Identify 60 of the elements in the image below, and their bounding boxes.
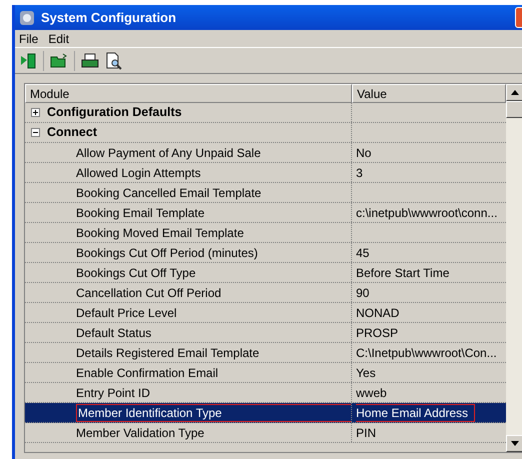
column-header[interactable]: Module <box>25 84 352 103</box>
setting-value: NONAD <box>356 304 400 322</box>
setting-value: Yes <box>356 364 376 382</box>
setting-name: Booking Cancelled Email Template <box>76 184 262 202</box>
table-row[interactable]: Member Identification Type Home Email Address <box>25 403 506 423</box>
setting-value: Before Start Time <box>356 264 450 282</box>
table-row[interactable]: Bookings Cut Off Type Before Start Time <box>25 263 506 283</box>
printer-icon[interactable] <box>81 52 99 68</box>
column-header[interactable]: Value <box>352 84 506 103</box>
setting-name: Booking Moved Email Template <box>76 224 244 242</box>
setting-name: Entry Point ID <box>76 384 150 402</box>
setting-name: Enable Confirmation Email <box>76 364 218 382</box>
table-row[interactable]: Default Price Level NONAD <box>25 303 506 323</box>
setting-name: Default Status <box>76 324 152 342</box>
setting-value: 3 <box>356 164 363 182</box>
setting-name: Allow Payment of Any Unpaid Sale <box>76 144 261 162</box>
group-name: Configuration Defaults <box>47 104 182 122</box>
table-row[interactable]: Member Validation Type PIN <box>25 423 506 443</box>
setting-name: Bookings Cut Off Type <box>76 264 196 282</box>
setting-value: PROSP <box>356 324 398 342</box>
setting-name: Cancellation Cut Off Period <box>76 284 222 302</box>
setting-value: C:\Inetpub\wwwroot\Con... <box>356 344 497 362</box>
window-title: System Configuration <box>41 8 176 27</box>
setting-name: Member Identification Type <box>76 404 351 422</box>
table-row[interactable]: Booking Email Template c:\inetpub\wwwroot\conn... <box>25 203 506 223</box>
setting-name: Booking Email Template <box>76 204 205 222</box>
setting-value: wweb <box>356 384 387 402</box>
setting-name: Bookings Cut Off Period (minutes) <box>76 244 258 262</box>
table-row[interactable]: Bookings Cut Off Period (minutes) 45 <box>25 243 506 263</box>
setting-value: PIN <box>356 424 376 442</box>
menu-item[interactable]: File <box>19 30 38 48</box>
exit-icon[interactable] <box>19 52 37 70</box>
table-row[interactable]: Allow Payment of Any Unpaid Sale No <box>25 143 506 163</box>
setting-name: Details Registered Email Template <box>76 344 260 362</box>
scrollbar-thumb[interactable] <box>506 101 522 118</box>
setting-value: 90 <box>356 284 370 302</box>
scroll-up-icon[interactable] <box>510 90 518 95</box>
print-preview-icon[interactable] <box>105 52 123 70</box>
setting-name: Default Price Level <box>76 304 177 322</box>
table-row[interactable]: Booking Cancelled Email Template <box>25 183 506 203</box>
setting-value: c:\inetpub\wwwroot\conn... <box>356 204 498 222</box>
table-row[interactable]: Cancellation Cut Off Period 90 <box>25 283 506 303</box>
scroll-down-icon[interactable] <box>510 441 518 446</box>
table-row[interactable]: Enable Confirmation Email Yes <box>25 363 506 383</box>
table-row[interactable]: Booking Moved Email Template <box>25 223 506 243</box>
setting-value: No <box>356 144 372 162</box>
folder-icon[interactable] <box>50 52 68 68</box>
setting-value: 45 <box>356 244 370 262</box>
collapse-icon[interactable] <box>31 128 40 137</box>
table-row[interactable]: Details Registered Email Template C:\Inetpub\wwwroot\Con... <box>25 343 506 363</box>
expand-icon[interactable] <box>31 108 40 117</box>
menu-item[interactable]: Edit <box>48 30 70 48</box>
table-row[interactable]: Default Status PROSP <box>25 323 506 343</box>
app-icon <box>19 10 35 26</box>
setting-name: Allowed Login Attempts <box>76 164 201 182</box>
setting-name: Member Validation Type <box>76 424 204 442</box>
group-name: Connect <box>47 124 97 142</box>
table-row[interactable]: Allowed Login Attempts 3 <box>25 163 506 183</box>
scrollbar[interactable] <box>506 84 522 452</box>
setting-value: Home Email Address <box>356 404 476 422</box>
